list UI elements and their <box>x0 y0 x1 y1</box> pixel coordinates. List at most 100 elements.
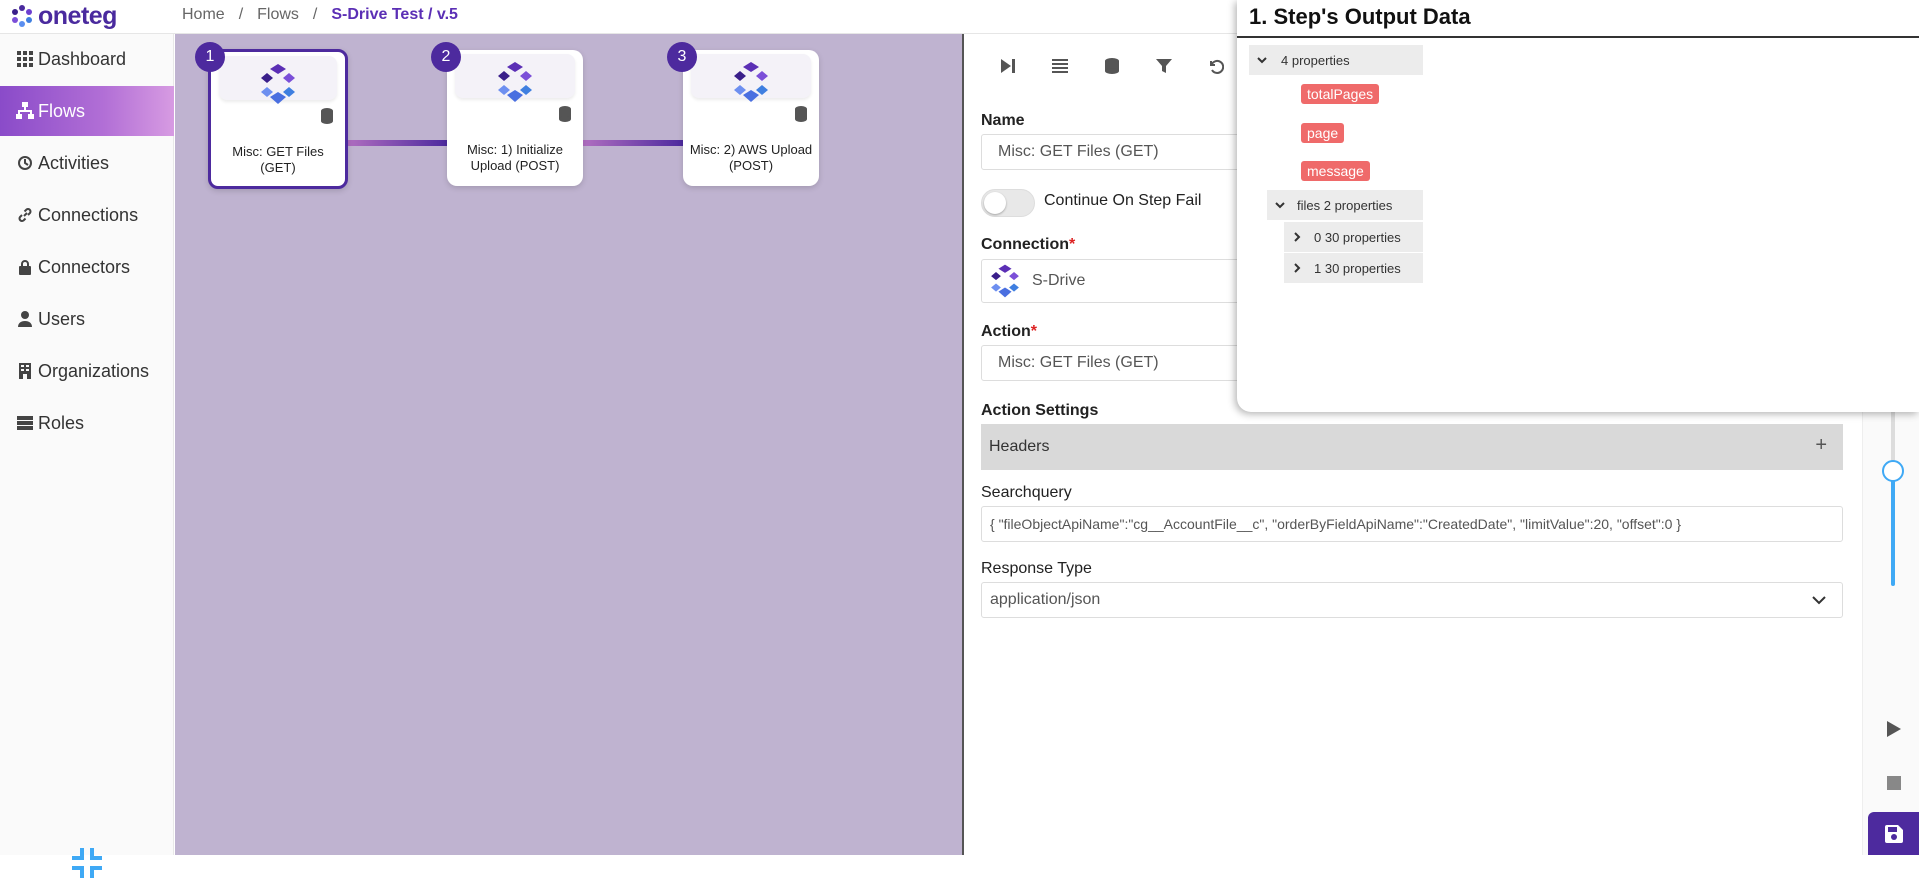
breadcrumb-current: S-Drive Test / v.5 <box>331 6 458 23</box>
list-view-button[interactable] <box>1046 52 1074 80</box>
save-button[interactable] <box>1868 812 1919 855</box>
property-tag[interactable]: totalPages <box>1301 84 1380 104</box>
chevron-down-icon <box>1267 201 1293 209</box>
tree-root-row[interactable]: 4 properties <box>1249 45 1423 75</box>
sidebar-item-flows[interactable]: Flows <box>0 86 174 136</box>
breadcrumb-home[interactable]: Home <box>182 6 225 24</box>
step-label: Misc: GET Files (GET) <box>232 144 324 175</box>
oneteg-logo[interactable]: oneteg <box>10 1 117 30</box>
tree-item-label: 0 30 properties <box>1314 229 1401 245</box>
database-icon <box>559 106 571 122</box>
logo-text: oneteg <box>38 1 117 30</box>
flow-connector <box>347 140 447 146</box>
property-tag[interactable]: message <box>1301 161 1370 181</box>
connection-select[interactable]: S-Drive <box>981 259 1261 303</box>
breadcrumb-separator: / <box>238 6 244 23</box>
data-button[interactable] <box>1098 52 1126 80</box>
connection-label: Connection* <box>981 236 1075 254</box>
lock-icon <box>16 258 34 276</box>
run-step-button[interactable] <box>994 52 1022 80</box>
chevron-down-icon <box>1249 56 1275 64</box>
breadcrumb-separator: / <box>312 6 318 23</box>
list-icon <box>16 414 34 432</box>
flow-connector <box>583 140 683 146</box>
property-tag[interactable]: page <box>1301 123 1345 143</box>
action-select[interactable]: Misc: GET Files (GET) <box>981 345 1261 381</box>
flow-canvas[interactable]: Misc: GET Files (GET) 1 Misc: 1) Initial… <box>175 34 962 855</box>
action-label-text: Action <box>981 323 1031 340</box>
sidebar-item-connectors[interactable]: Connectors <box>0 242 174 292</box>
sidebar-item-label: Dashboard <box>38 48 127 69</box>
sidebar-item-label: Connectors <box>38 256 131 277</box>
filter-button[interactable] <box>1150 52 1178 80</box>
sidebar-item-label: Roles <box>38 412 85 433</box>
step-number-badge: 2 <box>431 42 461 72</box>
flow-step-node[interactable]: Misc: GET Files (GET) <box>208 49 348 189</box>
searchquery-input[interactable]: { "fileObjectApiName":"cg__AccountFile__… <box>981 506 1843 542</box>
headers-accordion[interactable]: Headers + <box>981 424 1843 470</box>
popup-divider <box>1237 36 1919 38</box>
filter-icon <box>1156 59 1172 73</box>
stop-flow-button[interactable] <box>1883 772 1905 794</box>
name-input[interactable]: Misc: GET Files (GET) <box>981 134 1261 170</box>
sidebar: Dashboard Flows Activities Connections C… <box>0 34 174 878</box>
oneteg-logo-icon <box>498 62 532 102</box>
step-forward-icon <box>1001 59 1015 73</box>
flow-step-node[interactable]: Misc: 1) Initialize Upload (POST) <box>447 50 583 186</box>
sidebar-item-roles[interactable]: Roles <box>0 398 174 448</box>
tree-item-row[interactable]: 1 30 properties <box>1284 253 1423 283</box>
grid-icon <box>16 50 34 68</box>
list-lines-icon <box>1052 59 1068 73</box>
sidebar-item-users[interactable]: Users <box>0 294 174 344</box>
undo-button[interactable] <box>1202 52 1230 80</box>
tree-item-row[interactable]: 0 30 properties <box>1284 222 1423 252</box>
flow-step-node[interactable]: Misc: 2) AWS Upload (POST) <box>683 50 819 186</box>
response-type-value: application/json <box>990 591 1101 608</box>
tree-item-label: 1 30 properties <box>1314 260 1401 276</box>
zoom-slider-fill <box>1891 474 1895 586</box>
sidebar-item-connections[interactable]: Connections <box>0 190 174 240</box>
sitemap-icon <box>16 102 34 120</box>
logo-mark-icon <box>12 5 32 27</box>
continue-on-fail-toggle[interactable] <box>981 189 1035 217</box>
toggle-knob <box>984 192 1006 214</box>
s-drive-logo-icon <box>991 264 1019 298</box>
sidebar-item-label: Connections <box>38 204 139 225</box>
continue-on-fail-label: Continue On Step Fail <box>1044 192 1202 209</box>
tree-files-row[interactable]: files 2 properties <box>1267 190 1423 220</box>
oneteg-logo-icon <box>734 62 768 102</box>
breadcrumb-flows[interactable]: Flows <box>257 6 299 24</box>
connection-value: S-Drive <box>1032 272 1086 289</box>
add-header-icon[interactable]: + <box>1815 434 1827 457</box>
step-header <box>691 54 811 102</box>
history-icon <box>16 154 34 172</box>
sidebar-item-label: Organizations <box>38 360 150 381</box>
collapse-sidebar-icon[interactable] <box>70 846 104 880</box>
breadcrumb: Home / Flows / S-Drive Test / v.5 <box>182 6 458 24</box>
sidebar-item-dashboard[interactable]: Dashboard <box>0 34 174 84</box>
zoom-slider-thumb[interactable] <box>1882 460 1904 482</box>
action-settings-label: Action Settings <box>981 402 1099 419</box>
step-header <box>219 56 337 104</box>
database-icon <box>1105 58 1119 74</box>
required-mark: * <box>1069 236 1076 253</box>
chevron-right-icon <box>1284 232 1310 242</box>
connection-label-text: Connection <box>981 236 1069 253</box>
oneteg-logo-icon <box>261 64 295 104</box>
run-flow-button[interactable] <box>1883 718 1905 740</box>
chevron-down-icon <box>1812 596 1826 605</box>
chevron-right-icon <box>1284 263 1310 273</box>
name-label: Name <box>981 112 1025 129</box>
sidebar-item-label: Activities <box>38 152 110 173</box>
searchquery-label: Searchquery <box>981 484 1072 501</box>
sidebar-item-activities[interactable]: Activities <box>0 138 174 188</box>
sidebar-item-organizations[interactable]: Organizations <box>0 346 174 396</box>
user-icon <box>16 310 34 328</box>
headers-label: Headers <box>989 438 1050 455</box>
sidebar-item-label: Flows <box>38 100 86 121</box>
step-label: Misc: 1) Initialize Upload (POST) <box>466 142 564 173</box>
output-data-popup: 1. Step's Output Data 4 properties total… <box>1237 0 1919 412</box>
step-header <box>455 54 575 102</box>
response-type-select[interactable]: application/json <box>981 582 1843 618</box>
undo-icon <box>1210 59 1224 74</box>
